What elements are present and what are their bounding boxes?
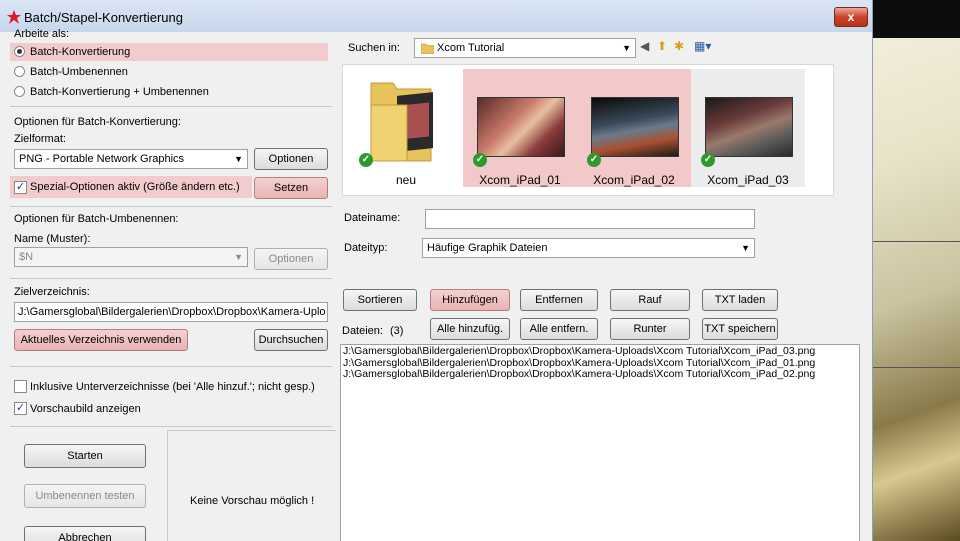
thumbnail-folder[interactable]: ✓ neu bbox=[349, 69, 463, 187]
files-count: (3) bbox=[390, 325, 404, 337]
chevron-down-icon: ▼ bbox=[622, 43, 631, 53]
background-line bbox=[868, 367, 960, 368]
add-all-button[interactable]: Alle hinzufüg. bbox=[430, 318, 510, 340]
new-folder-icon[interactable]: ✱ bbox=[674, 39, 684, 53]
up-folder-icon[interactable]: ⬆ bbox=[657, 39, 667, 53]
target-format-value: PNG - Portable Network Graphics bbox=[19, 153, 185, 165]
radio-batch-rename[interactable] bbox=[14, 66, 25, 77]
move-up-button[interactable]: Rauf bbox=[610, 289, 690, 311]
radio-batch-convert[interactable] bbox=[14, 46, 25, 57]
chevron-down-icon: ▼ bbox=[234, 252, 243, 262]
divider bbox=[10, 426, 332, 427]
special-options-checkbox[interactable]: ✓ bbox=[14, 181, 27, 194]
preview-panel: Keine Vorschau möglich ! bbox=[167, 430, 336, 541]
checkmark-icon: ✓ bbox=[701, 153, 715, 167]
save-txt-button[interactable]: TXT speichern bbox=[702, 318, 778, 340]
checkmark-icon: ✓ bbox=[359, 153, 373, 167]
thumbnail-view: ✓ neu ✓ Xcom_iPad_01 ✓ Xcom_iPad_02 ✓ Xc… bbox=[342, 64, 834, 196]
start-button[interactable]: Starten bbox=[24, 444, 146, 468]
name-pattern-value: $N bbox=[19, 251, 34, 263]
radio-batch-convert-label[interactable]: Batch-Konvertierung bbox=[30, 46, 130, 58]
divider bbox=[10, 106, 332, 107]
format-options-button[interactable]: Optionen bbox=[254, 148, 328, 170]
rename-options-button[interactable]: Optionen bbox=[254, 248, 328, 270]
name-pattern-label: Name (Muster): bbox=[14, 233, 91, 245]
use-current-dir-button[interactable]: Aktuelles Verzeichnis verwenden bbox=[14, 329, 188, 351]
file-list[interactable]: J:\Gamersglobal\Bildergalerien\Dropbox\D… bbox=[340, 344, 860, 541]
special-options-label[interactable]: Spezial-Optionen aktiv (Größe ändern etc… bbox=[30, 181, 240, 193]
filename-input[interactable] bbox=[425, 209, 755, 229]
divider bbox=[10, 278, 332, 279]
load-txt-button[interactable]: TXT laden bbox=[702, 289, 778, 311]
folder-icon bbox=[421, 43, 434, 54]
show-preview-checkbox[interactable]: ✓ bbox=[14, 402, 27, 415]
remove-all-button[interactable]: Alle entfern. bbox=[520, 318, 598, 340]
target-dir-input[interactable]: J:\Gamersglobal\Bildergalerien\Dropbox\D… bbox=[14, 302, 328, 322]
divider bbox=[10, 366, 332, 367]
view-menu-icon[interactable]: ▦▾ bbox=[694, 39, 711, 53]
app-icon bbox=[7, 10, 21, 24]
sort-button[interactable]: Sortieren bbox=[343, 289, 417, 311]
background-game-art bbox=[868, 0, 960, 541]
thumbnail-caption: Xcom_iPad_03 bbox=[707, 173, 789, 187]
add-button[interactable]: Hinzufügen bbox=[430, 289, 510, 311]
background-line bbox=[868, 241, 960, 242]
background-dark-band bbox=[868, 0, 960, 38]
set-button[interactable]: Setzen bbox=[254, 177, 328, 199]
include-subdirs-label[interactable]: Inklusive Unterverzeichnisse (bei 'Alle … bbox=[30, 381, 315, 393]
convert-options-heading: Optionen für Batch-Konvertierung: bbox=[14, 116, 181, 128]
move-down-button[interactable]: Runter bbox=[610, 318, 690, 340]
name-pattern-input[interactable]: $N ▼ bbox=[14, 247, 248, 267]
show-preview-label[interactable]: Vorschaubild anzeigen bbox=[30, 403, 141, 415]
chevron-down-icon: ▼ bbox=[234, 154, 243, 164]
target-dir-heading: Zielverzeichnis: bbox=[14, 286, 90, 298]
cancel-button[interactable]: Abbrechen bbox=[24, 526, 146, 541]
filename-label: Dateiname: bbox=[344, 212, 401, 224]
folder-select[interactable]: Xcom Tutorial ▼ bbox=[414, 38, 636, 58]
thumbnail-image[interactable]: ✓ Xcom_iPad_03 bbox=[691, 69, 805, 187]
radio-convert-and-rename-label[interactable]: Batch-Konvertierung + Umbenennen bbox=[30, 86, 209, 98]
thumbnail-caption: neu bbox=[395, 173, 417, 187]
browse-button[interactable]: Durchsuchen bbox=[254, 329, 328, 351]
filetype-label: Dateityp: bbox=[344, 242, 388, 254]
image-thumbnail-03 bbox=[705, 97, 793, 157]
thumbnail-image[interactable]: ✓ Xcom_iPad_01 bbox=[463, 69, 577, 187]
window-title: Batch/Stapel-Konvertierung bbox=[24, 10, 183, 25]
list-item[interactable]: J:\Gamersglobal\Bildergalerien\Dropbox\D… bbox=[343, 368, 857, 381]
list-item[interactable]: J:\Gamersglobal\Bildergalerien\Dropbox\D… bbox=[343, 345, 857, 358]
target-format-select[interactable]: PNG - Portable Network Graphics ▼ bbox=[14, 149, 248, 169]
radio-convert-and-rename[interactable] bbox=[14, 86, 25, 97]
filetype-value: Häufige Graphik Dateien bbox=[427, 242, 548, 254]
close-button[interactable]: x bbox=[834, 7, 868, 27]
image-thumbnail-01 bbox=[477, 97, 565, 157]
thumbnail-caption: Xcom_iPad_01 bbox=[479, 173, 561, 187]
thumbnail-caption: Xcom_iPad_02 bbox=[593, 173, 675, 187]
back-icon[interactable]: ◀ bbox=[640, 39, 649, 53]
filetype-select[interactable]: Häufige Graphik Dateien ▼ bbox=[422, 238, 755, 258]
thumbnail-image[interactable]: ✓ Xcom_iPad_02 bbox=[577, 69, 691, 187]
target-format-label: Zielformat: bbox=[14, 133, 66, 145]
rename-options-heading: Optionen für Batch-Umbenennen: bbox=[14, 213, 179, 225]
include-subdirs-checkbox[interactable] bbox=[14, 380, 27, 393]
folder-icon bbox=[370, 82, 433, 162]
checkmark-icon: ✓ bbox=[587, 153, 601, 167]
preview-text: Keine Vorschau möglich ! bbox=[190, 495, 315, 507]
folder-select-value: Xcom Tutorial bbox=[437, 42, 505, 54]
search-in-label: Suchen in: bbox=[348, 42, 400, 54]
chevron-down-icon: ▼ bbox=[741, 243, 750, 253]
checkmark-icon: ✓ bbox=[473, 153, 487, 167]
image-thumbnail-02 bbox=[591, 97, 679, 157]
test-rename-button[interactable]: Umbenennen testen bbox=[24, 484, 146, 508]
radio-batch-rename-label[interactable]: Batch-Umbenennen bbox=[30, 66, 128, 78]
remove-button[interactable]: Entfernen bbox=[520, 289, 598, 311]
divider bbox=[10, 206, 332, 207]
work-as-heading: Arbeite als: bbox=[14, 28, 70, 40]
batch-conversion-dialog: Batch/Stapel-Konvertierung x Arbeite als… bbox=[0, 0, 873, 541]
title-bar: Batch/Stapel-Konvertierung x bbox=[0, 0, 872, 32]
files-label: Dateien: bbox=[342, 325, 383, 337]
